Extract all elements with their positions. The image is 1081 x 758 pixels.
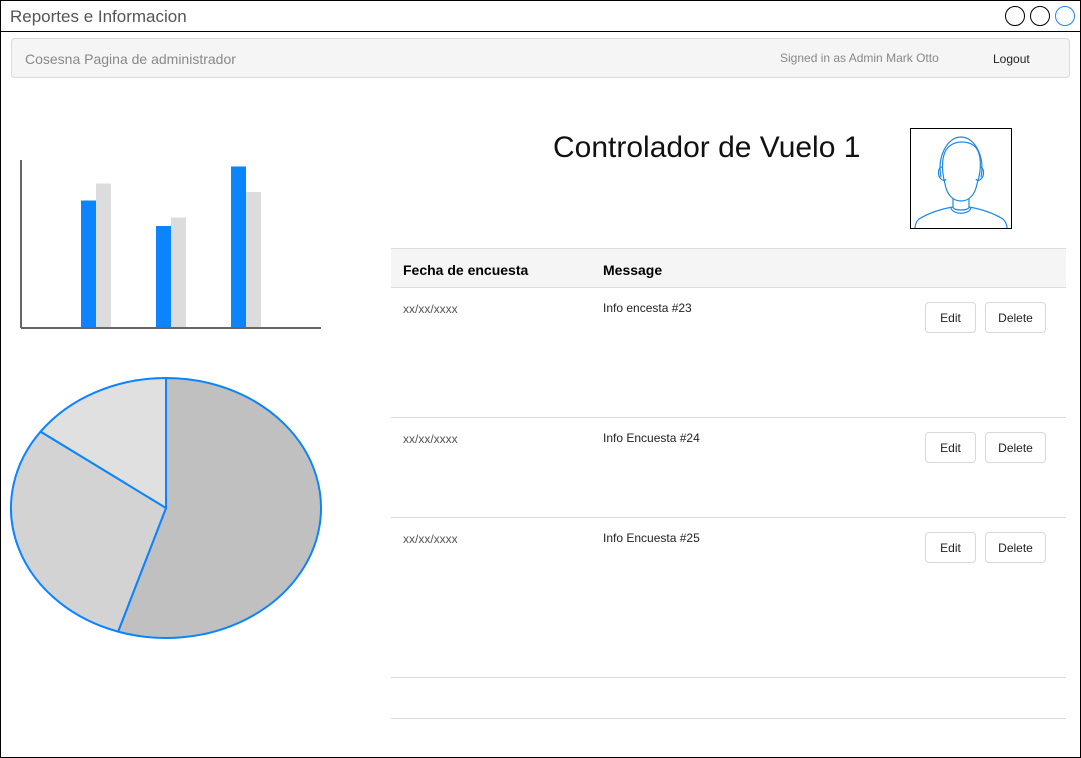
edit-button[interactable]: Edit [925, 302, 976, 333]
window-minimize-button[interactable] [1005, 6, 1025, 26]
table-row: xx/xx/xxxx Info Encuesta #25 Edit Delete [391, 518, 1066, 678]
table-bottom-divider [391, 718, 1066, 719]
row-date: xx/xx/xxxx [403, 302, 458, 316]
bar-series-1-3 [231, 166, 246, 328]
table-header: Fecha de encuesta Message [391, 248, 1066, 288]
delete-button[interactable]: Delete [985, 532, 1046, 563]
edit-button[interactable]: Edit [925, 432, 976, 463]
row-message: Info Encuesta #24 [603, 431, 700, 445]
user-avatar-icon [910, 128, 1012, 229]
row-message: Info encesta #23 [603, 301, 692, 315]
navbar-brand[interactable]: Cosesna Pagina de administrador [25, 51, 236, 67]
pie-chart [10, 377, 322, 639]
bar-chart [20, 160, 321, 329]
bar-series-2-2 [171, 217, 186, 328]
column-header-message: Message [603, 262, 663, 278]
survey-table: Fecha de encuesta Message xx/xx/xxxx Inf… [391, 248, 1066, 678]
table-row: xx/xx/xxxx Info Encuesta #24 Edit Delete [391, 418, 1066, 518]
window-close-button[interactable] [1055, 6, 1075, 26]
row-date: xx/xx/xxxx [403, 432, 458, 446]
bar-series-2-1 [96, 183, 111, 328]
edit-button[interactable]: Edit [925, 532, 976, 563]
window-maximize-button[interactable] [1030, 6, 1050, 26]
title-bar: Reportes e Informacion [1, 1, 1080, 32]
app-window: Reportes e Informacion Cosesna Pagina de… [0, 0, 1081, 758]
window-title: Reportes e Informacion [10, 7, 187, 26]
bar-series-2-3 [246, 192, 261, 328]
row-message: Info Encuesta #25 [603, 531, 700, 545]
logout-link[interactable]: Logout [993, 52, 1030, 66]
bar-series-1-2 [156, 226, 171, 328]
delete-button[interactable]: Delete [985, 302, 1046, 333]
bar-series-1-1 [81, 200, 96, 328]
table-row: xx/xx/xxxx Info encesta #23 Edit Delete [391, 288, 1066, 418]
navbar: Cosesna Pagina de administrador Signed i… [11, 38, 1070, 78]
profile-name: Controlador de Vuelo 1 [553, 131, 861, 164]
signed-in-text: Signed in as Admin Mark Otto [780, 51, 939, 65]
row-date: xx/xx/xxxx [403, 532, 458, 546]
column-header-date: Fecha de encuesta [403, 262, 529, 278]
delete-button[interactable]: Delete [985, 432, 1046, 463]
